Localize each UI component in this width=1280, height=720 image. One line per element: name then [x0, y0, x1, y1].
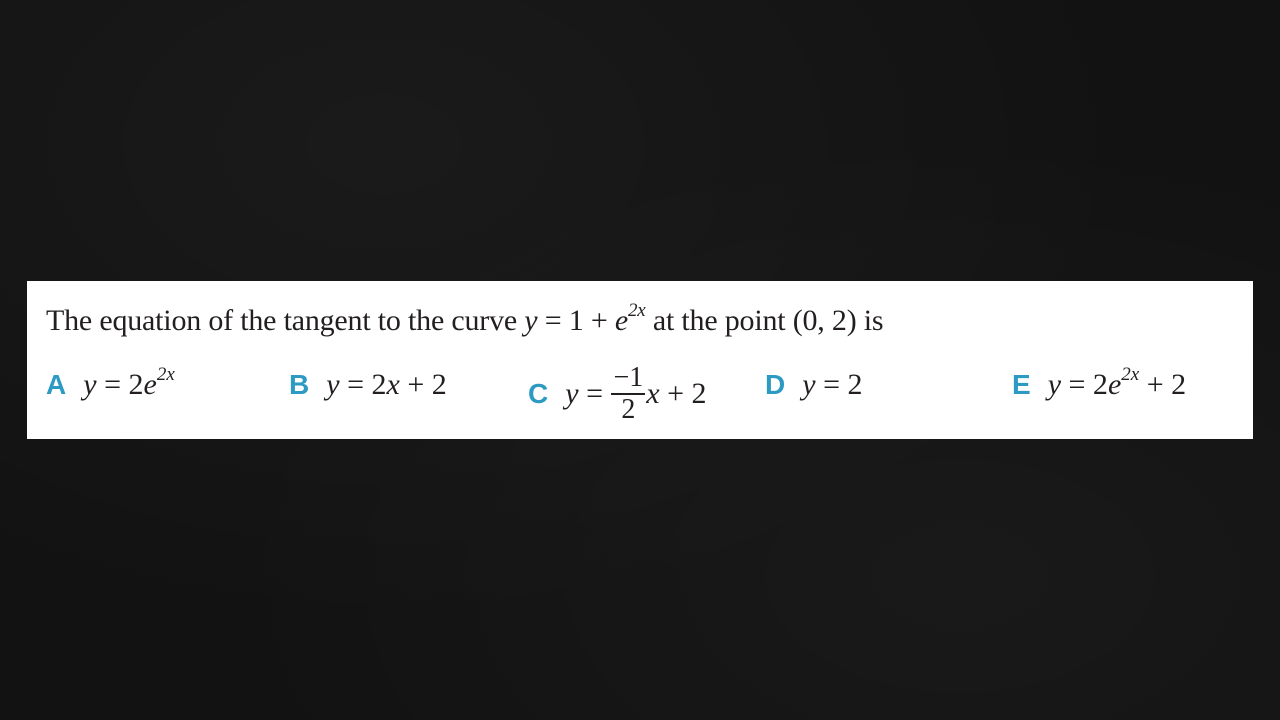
option-a-exponent: 2x — [156, 364, 175, 385]
option-a-rhs: = 2 — [96, 368, 144, 401]
option-e-rhs-1: = 2 — [1061, 368, 1108, 401]
option-a-lhs: y — [83, 368, 97, 401]
option-c-fraction-denominator: 2 — [621, 394, 636, 425]
option-c-letter: C — [528, 377, 549, 409]
option-c-var: x — [646, 376, 660, 410]
option-b-var: x — [386, 368, 400, 401]
option-b[interactable]: By = 2x + 2 — [289, 365, 447, 405]
option-a-expression: y = 2e2x — [83, 365, 175, 405]
question-panel: The equation of the tangent to the curve… — [27, 281, 1253, 439]
curve-exponent: 2x — [628, 300, 646, 321]
curve-variable-y: y — [524, 304, 538, 337]
option-c-fraction: −1 2 — [611, 362, 646, 425]
option-c[interactable]: Cy = −1 2 x + 2 — [528, 363, 707, 425]
curve-base-e: e — [614, 304, 628, 337]
option-c-expression: y = −1 2 x + 2 — [565, 362, 707, 427]
question-suffix: at the point (0, 2) is — [645, 304, 884, 337]
option-b-lhs: y — [326, 368, 340, 401]
option-e-expression: y = 2e2x + 2 — [1048, 365, 1186, 405]
option-c-fraction-numerator: −1 — [611, 362, 646, 395]
question-prefix: The equation of the tangent to the curve — [46, 304, 525, 337]
option-c-rhs-2: + 2 — [659, 376, 707, 410]
option-e[interactable]: Ey = 2e2x + 2 — [1012, 365, 1186, 405]
option-d-rhs: = 2 — [815, 368, 863, 401]
option-a-letter: A — [46, 369, 67, 400]
option-d-expression: y = 2 — [802, 365, 862, 405]
question-text: The equation of the tangent to the curve… — [46, 300, 884, 339]
option-b-rhs-2: + 2 — [399, 368, 447, 401]
option-d-letter: D — [765, 369, 786, 400]
option-d[interactable]: Dy = 2 — [765, 365, 862, 405]
option-e-letter: E — [1012, 369, 1031, 400]
option-e-exponent: 2x — [1121, 364, 1140, 385]
option-e-lhs: y — [1047, 368, 1062, 401]
option-c-lhs: y — [565, 376, 579, 410]
option-b-letter: B — [289, 369, 310, 400]
option-b-rhs-1: = 2 — [339, 368, 387, 401]
option-e-base: e — [1107, 368, 1122, 401]
option-b-expression: y = 2x + 2 — [326, 365, 447, 405]
option-a[interactable]: Ay = 2e2x — [46, 365, 175, 405]
curve-equals: = 1 + — [537, 304, 615, 337]
option-c-rhs-1: = — [578, 376, 611, 410]
option-e-rhs-2: + 2 — [1139, 368, 1187, 401]
option-d-lhs: y — [802, 368, 816, 401]
option-a-base: e — [143, 368, 157, 401]
